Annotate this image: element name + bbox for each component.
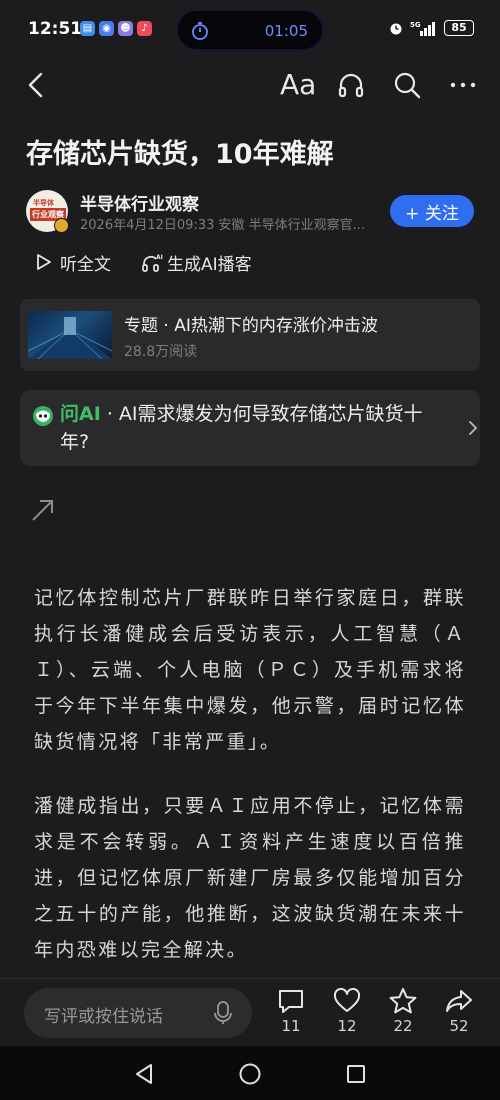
network-label: 5G bbox=[410, 21, 421, 29]
game-app-icon: ☻ bbox=[118, 21, 133, 36]
heart-icon bbox=[333, 987, 361, 1012]
star-icon bbox=[389, 988, 417, 1014]
system-navigation-bar bbox=[0, 1046, 500, 1100]
ask-ai-text: 问AI · AI需求爆发为何导致存储芯片缺货十年? bbox=[60, 400, 450, 456]
bottom-action-bar: 写评或按住说话 11 12 22 52 bbox=[0, 978, 500, 1046]
status-indicators: 5G 85 bbox=[388, 20, 474, 36]
author-name[interactable]: 半导体行业观察 bbox=[80, 190, 199, 215]
author-avatar[interactable]: 半导体 行业观察 bbox=[26, 190, 69, 233]
more-icon[interactable] bbox=[448, 70, 478, 100]
battery-indicator: 85 bbox=[444, 20, 474, 36]
article-nav-bar: Aa bbox=[0, 60, 500, 110]
comment-count: 11 bbox=[281, 1017, 301, 1035]
headphones-icon[interactable] bbox=[336, 70, 366, 100]
generate-ai-podcast-button[interactable]: 生成AI播客 bbox=[167, 250, 252, 275]
listen-full-text-button[interactable]: 听全文 bbox=[60, 250, 111, 275]
comment-icon bbox=[279, 990, 303, 1013]
audio-actions: 听全文 AI 生成AI播客 bbox=[36, 250, 252, 275]
notification-icons: ▤ ◉ ☻ ♪ bbox=[80, 21, 152, 36]
body-paragraph: 记忆体控制芯片厂群联昨日举行家庭日，群联执行长潘健成会后受访表示，人工智慧（ＡＩ… bbox=[34, 587, 466, 753]
topic-card[interactable]: 专题 · AI热潮下的内存涨价冲击波 28.8万阅读 bbox=[20, 299, 480, 371]
follow-button[interactable]: + 关注 bbox=[390, 195, 474, 227]
topic-title: 专题 · AI热潮下的内存涨价冲击波 bbox=[124, 316, 378, 336]
favorite-action[interactable]: 22 bbox=[383, 987, 423, 1035]
search-icon[interactable] bbox=[392, 70, 422, 100]
verified-badge-icon bbox=[54, 218, 69, 233]
system-recents-icon[interactable] bbox=[345, 1063, 367, 1085]
article-title: 存储芯片缺货，10年难解 bbox=[26, 139, 334, 170]
comment-placeholder: 写评或按住说话 bbox=[44, 1007, 163, 1027]
chevron-right-icon bbox=[469, 421, 478, 435]
status-time: 12:51 bbox=[28, 19, 83, 39]
ask-ai-brand: 问AI bbox=[60, 403, 101, 425]
play-icon[interactable] bbox=[36, 253, 52, 271]
files-app-icon: ▤ bbox=[80, 21, 95, 36]
expand-arrow-icon[interactable] bbox=[30, 497, 56, 523]
svg-text:AI: AI bbox=[156, 254, 163, 261]
music-app-icon: ♪ bbox=[137, 21, 152, 36]
ai-podcast-icon[interactable]: AI bbox=[141, 252, 163, 272]
topic-read-count: 28.8万阅读 bbox=[124, 344, 198, 360]
avatar-line1: 半导体 bbox=[33, 199, 54, 207]
microphone-icon[interactable] bbox=[212, 1000, 234, 1026]
ask-ai-question: · AI需求爆发为何导致存储芯片缺货十年? bbox=[60, 403, 423, 453]
back-icon[interactable] bbox=[24, 70, 50, 100]
comment-input[interactable]: 写评或按住说话 bbox=[24, 988, 252, 1038]
font-size-button[interactable]: Aa bbox=[280, 68, 316, 101]
ask-ai-icon bbox=[33, 406, 53, 426]
share-icon bbox=[446, 990, 472, 1012]
ask-ai-card[interactable]: 问AI · AI需求爆发为何导致存储芯片缺货十年? bbox=[20, 390, 480, 466]
share-count: 52 bbox=[449, 1017, 469, 1035]
topic-thumbnail bbox=[28, 311, 112, 359]
system-home-icon[interactable] bbox=[238, 1062, 262, 1086]
browser-app-icon: ◉ bbox=[99, 21, 114, 36]
like-action[interactable]: 12 bbox=[327, 987, 367, 1035]
status-bar: 12:51 ▤ ◉ ☻ ♪ 01:05 5G 85 bbox=[0, 0, 500, 60]
timer-value: 01:05 bbox=[264, 22, 308, 40]
topic-thumbnail-graphic bbox=[28, 317, 112, 359]
signal-5g-icon: 5G bbox=[410, 21, 435, 36]
author-meta: 2026年4月12日09:33 安徽 半导体行业观察官... bbox=[80, 218, 366, 233]
share-action[interactable]: 52 bbox=[439, 987, 479, 1035]
comment-action[interactable]: 11 bbox=[271, 987, 311, 1035]
timer-pill[interactable]: 01:05 bbox=[176, 9, 324, 51]
like-count: 12 bbox=[337, 1017, 357, 1035]
alarm-icon bbox=[390, 23, 402, 35]
system-back-icon[interactable] bbox=[133, 1062, 155, 1086]
stopwatch-icon bbox=[192, 22, 208, 40]
favorite-count: 22 bbox=[393, 1017, 413, 1035]
body-paragraph: 潘健成指出，只要ＡＩ应用不停止，记忆体需求是不会转弱。ＡＩ资料产生速度以百倍推进… bbox=[34, 795, 466, 961]
